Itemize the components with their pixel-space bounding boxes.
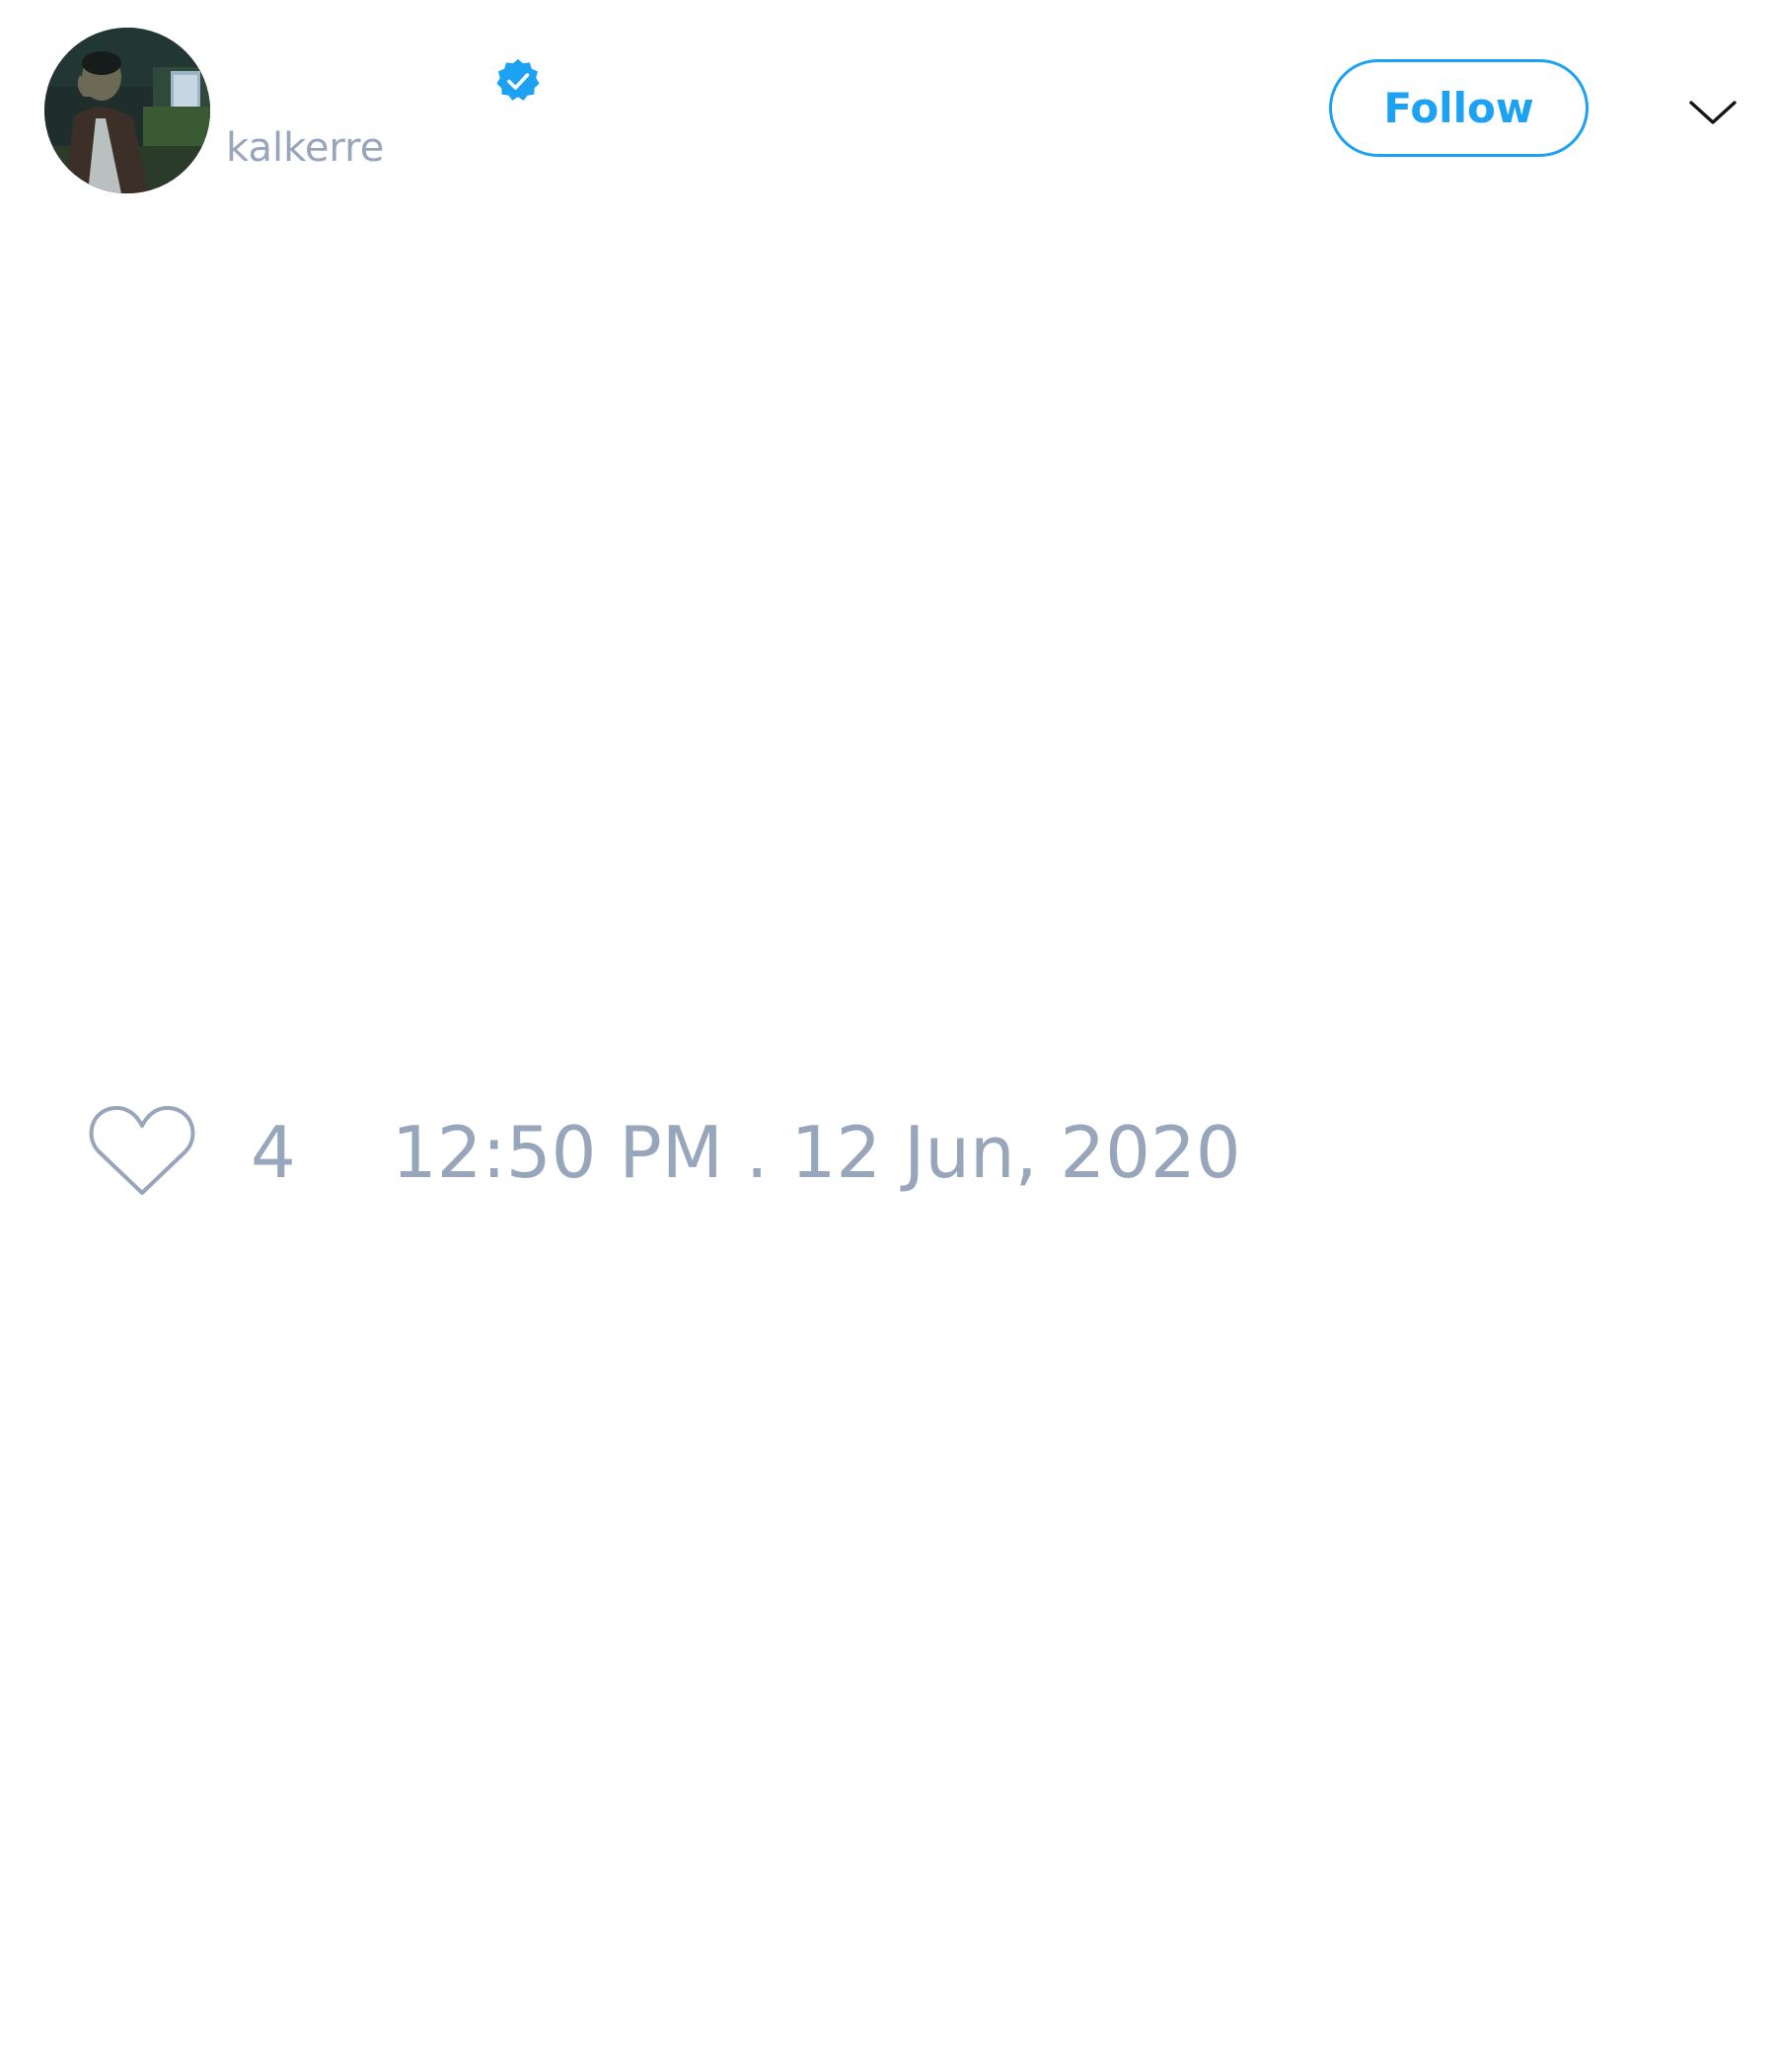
- tweet-timestamp[interactable]: 12:50 PM . 12 Jun, 2020: [392, 1111, 1241, 1194]
- more-options-button[interactable]: [1685, 85, 1740, 140]
- avatar[interactable]: [44, 28, 210, 193]
- heart-outline-icon: [89, 1105, 195, 1195]
- chevron-down-icon: [1689, 101, 1737, 124]
- tweet-media-area: [44, 227, 1732, 1066]
- author-handle[interactable]: kalkerre: [226, 124, 384, 172]
- like-button[interactable]: [87, 1100, 197, 1199]
- follow-button[interactable]: Follow: [1329, 59, 1589, 157]
- like-count: 4: [251, 1111, 296, 1194]
- avatar-photo: [44, 28, 210, 193]
- tweet-card: kalkerre Follow 4 12:50 PM . 12 Jun, 202…: [0, 0, 1776, 2072]
- verified-badge-icon: [494, 57, 542, 105]
